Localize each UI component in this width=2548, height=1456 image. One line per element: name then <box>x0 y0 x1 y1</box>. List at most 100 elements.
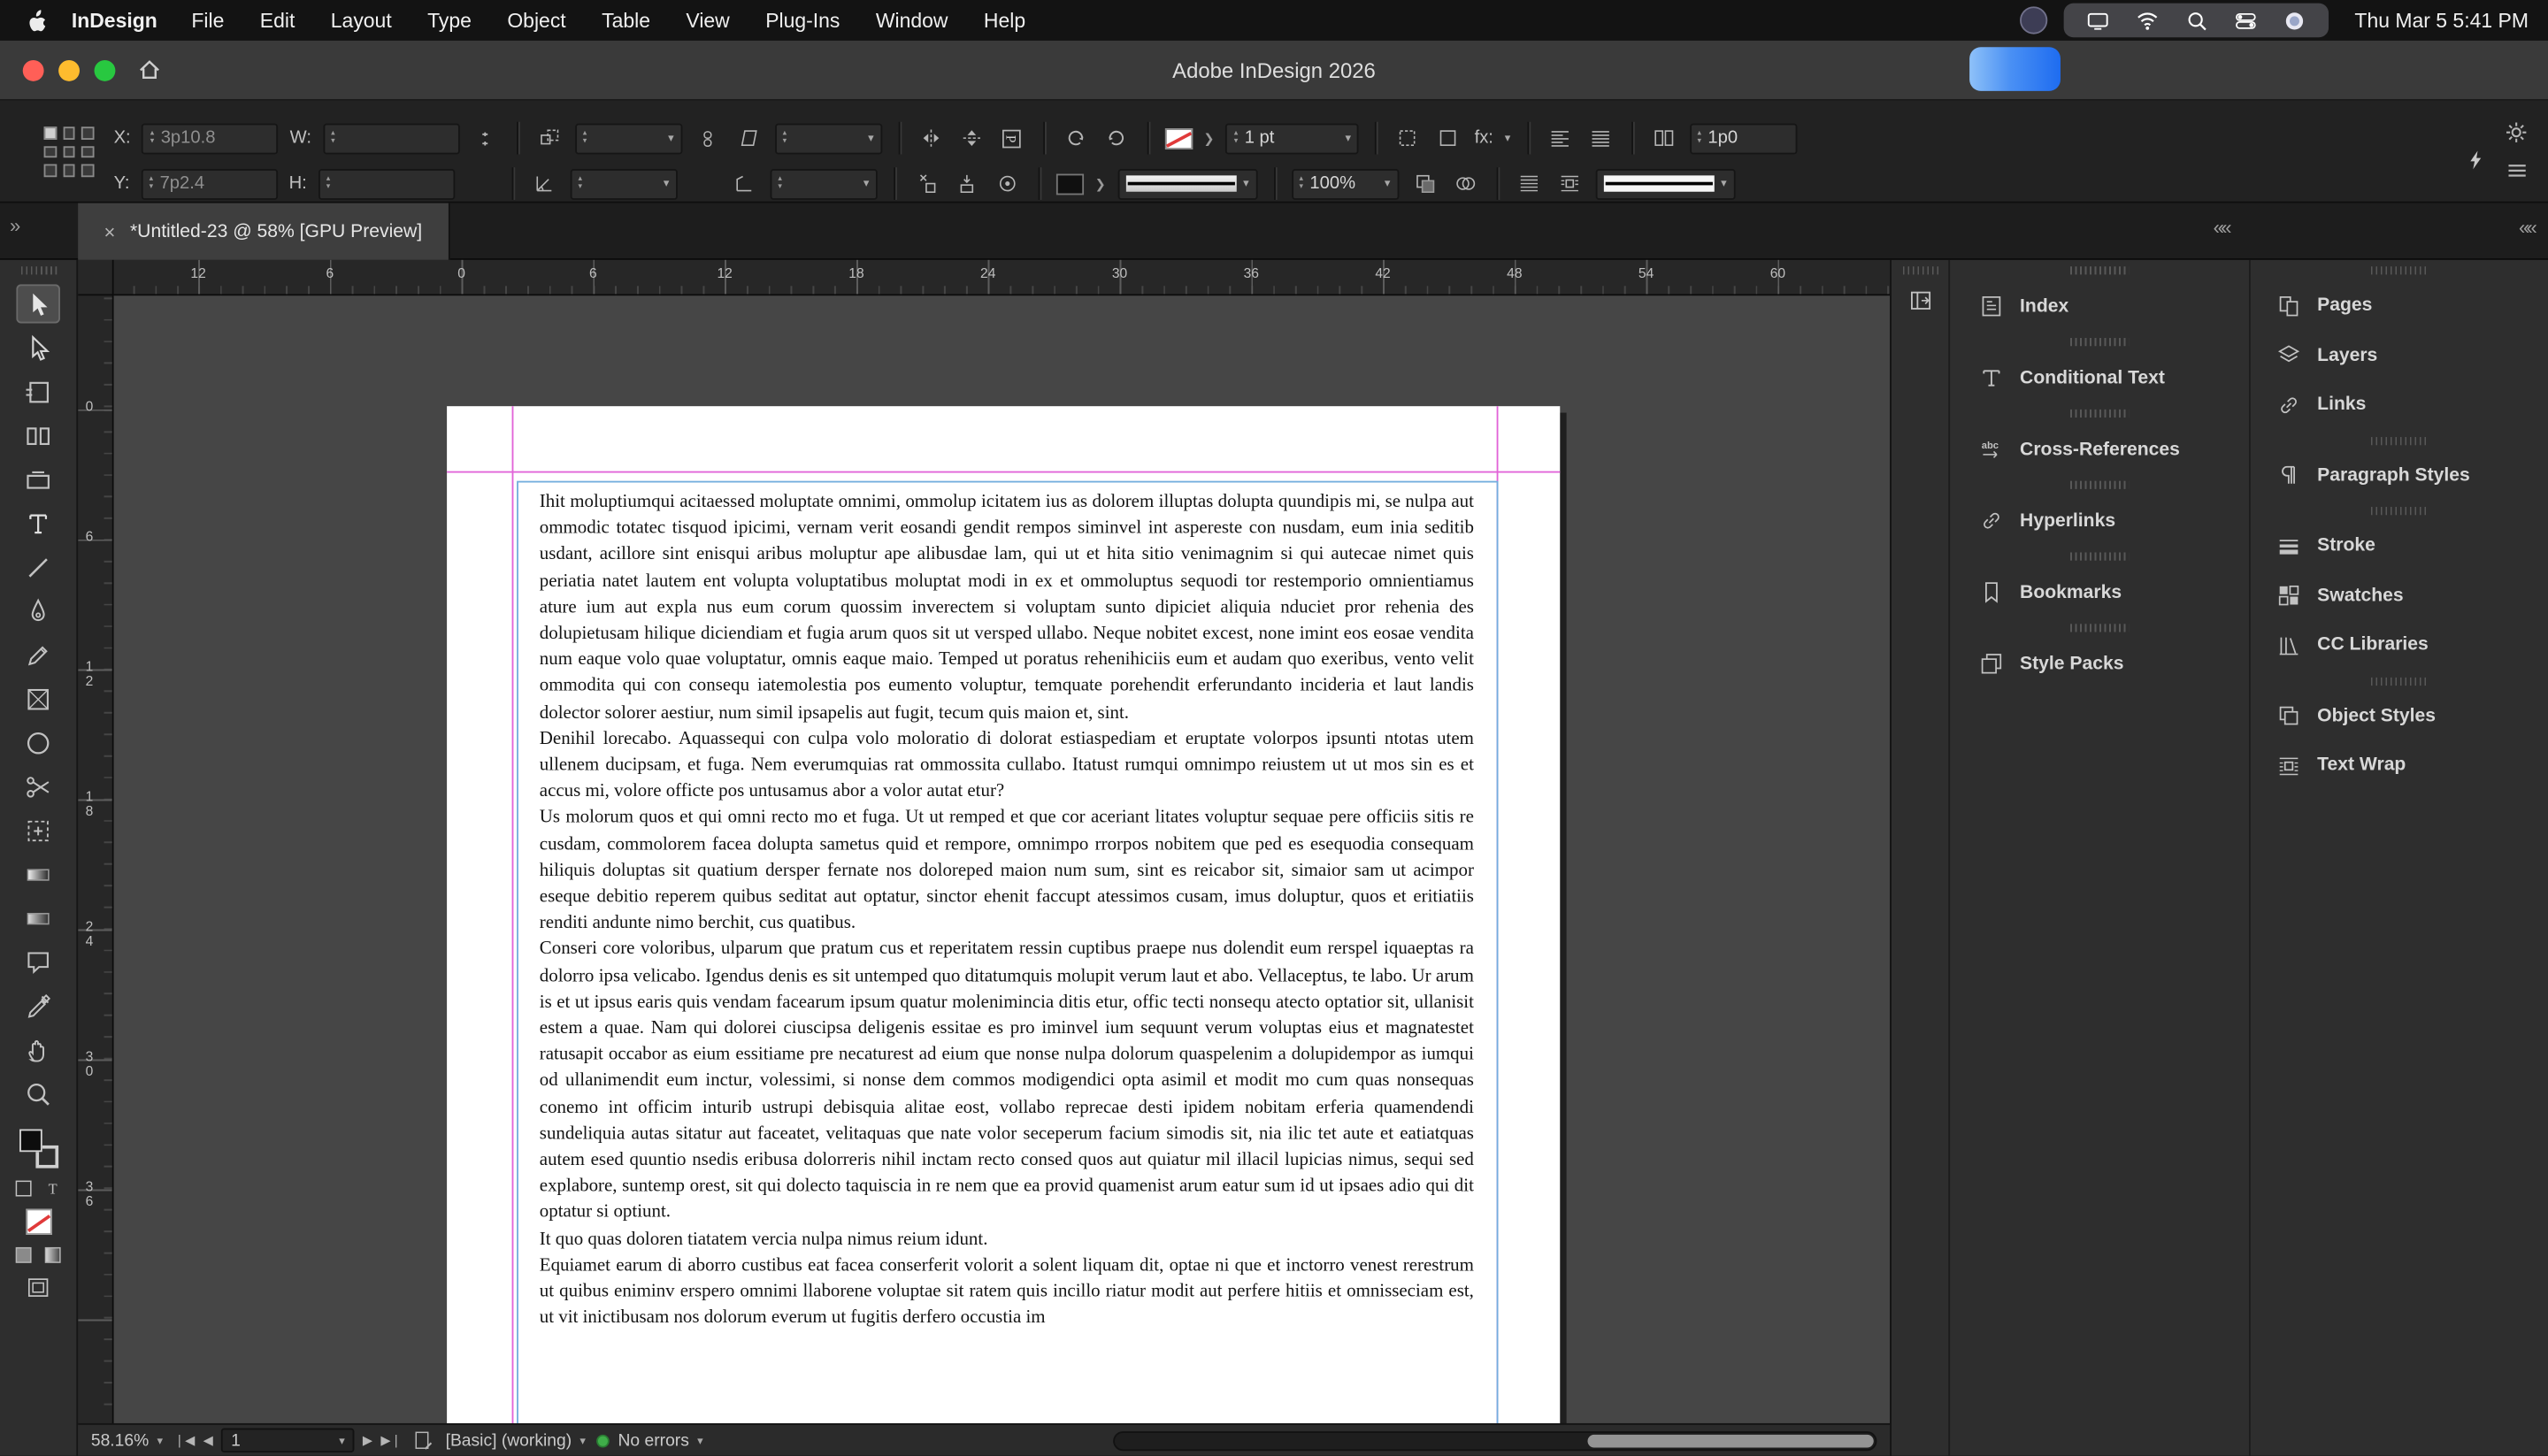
chevron-down-icon[interactable]: ▾ <box>863 177 869 190</box>
panel-grip[interactable] <box>2251 501 2548 522</box>
panel-bookmarks[interactable]: Bookmarks <box>1950 567 2249 617</box>
selection-tool[interactable] <box>16 284 60 324</box>
stepper-icon[interactable]: ▴ ▾ <box>783 129 787 146</box>
panel-object-styles[interactable]: Object Styles <box>2251 692 2548 741</box>
formatting-affects-text-icon[interactable]: T <box>42 1178 64 1199</box>
shear-angle-field[interactable]: ▴ ▾ ▾ <box>770 168 878 199</box>
panel-conditional-text[interactable]: Conditional Text <box>1950 353 2249 403</box>
reference-point-proxy[interactable] <box>43 126 95 178</box>
page-number-field[interactable]: 1 ▾ <box>221 1428 355 1453</box>
menu-help[interactable]: Help <box>966 9 1044 32</box>
menu-plug-ins[interactable]: Plug-Ins <box>748 9 858 32</box>
panel-hyperlinks[interactable]: Hyperlinks <box>1950 495 2249 546</box>
drop-shadow-icon[interactable] <box>1409 169 1439 198</box>
menubar-clock[interactable]: Thu Mar 5 5:41 PM <box>2354 9 2529 32</box>
document-tab[interactable]: × *Untitled-23 @ 58% [GPU Preview] <box>78 203 450 260</box>
stepper-icon[interactable]: ▴ ▾ <box>1234 129 1239 146</box>
menu-object[interactable]: Object <box>489 9 584 32</box>
panel-cross-references[interactable]: abc Cross-References <box>1950 424 2249 474</box>
menu-table[interactable]: Table <box>584 9 668 32</box>
zoom-tool[interactable] <box>16 1074 60 1113</box>
scale-x-field[interactable]: ▴ ▾ ▾ <box>574 122 682 154</box>
stepper-icon[interactable]: ▴ ▾ <box>1697 129 1701 146</box>
panel-grip[interactable] <box>1892 260 1948 281</box>
menu-type[interactable]: Type <box>410 9 489 32</box>
free-transform-tool[interactable] <box>16 811 60 850</box>
stepper-icon[interactable]: ▴ ▾ <box>579 174 583 191</box>
chevron-down-icon[interactable]: ▾ <box>1385 177 1390 190</box>
document-canvas[interactable]: Ihit moluptiumqui acitaessed moluptate o… <box>113 295 1891 1423</box>
constrain-proportions-icon[interactable] <box>471 124 500 153</box>
align-left-icon[interactable] <box>1545 124 1574 153</box>
ellipse-tool[interactable] <box>16 723 60 762</box>
stepper-icon[interactable]: ▴ ▾ <box>150 174 154 191</box>
fill-stroke-proxy[interactable] <box>19 1129 58 1169</box>
x-position-field[interactable]: ▴ ▾ 3p10.8 <box>142 122 279 154</box>
gradient-swatch-tool[interactable] <box>16 854 60 893</box>
last-page-icon[interactable]: ▶❘ <box>380 1433 402 1448</box>
color-theme-tool[interactable] <box>16 986 60 1025</box>
target-icon[interactable] <box>993 169 1022 198</box>
opacity-field[interactable]: ▴ ▾ 100% ▾ <box>1291 168 1399 199</box>
stroke-style-dropdown[interactable]: ▾ <box>1117 168 1257 199</box>
panels-icon[interactable] <box>1907 287 1932 313</box>
display-icon[interactable] <box>2086 9 2109 32</box>
gear-icon[interactable] <box>2504 120 2529 145</box>
stepper-icon[interactable]: ▴ ▾ <box>331 129 335 146</box>
gutter-field[interactable]: ▴ ▾ 1p0 <box>1689 122 1797 154</box>
collapse-dock-icon[interactable]: «« <box>2214 216 2232 239</box>
panel-grip[interactable] <box>1950 474 2249 495</box>
scrollbar-thumb[interactable] <box>1587 1433 1874 1447</box>
effects-label[interactable]: fx: <box>1475 128 1493 148</box>
align-justify-icon[interactable] <box>1585 124 1615 153</box>
gradient-feather-tool[interactable] <box>16 899 60 938</box>
scissors-tool[interactable] <box>16 767 60 806</box>
stepper-icon[interactable]: ▴ ▾ <box>778 174 782 191</box>
apply-none-swatch[interactable] <box>25 1208 51 1235</box>
panel-stroke[interactable]: Stroke <box>2251 522 2548 571</box>
text-wrap-off-icon[interactable] <box>1514 169 1543 198</box>
menu-window[interactable]: Window <box>858 9 966 32</box>
direct-selection-tool[interactable] <box>16 328 60 367</box>
select-container-icon[interactable] <box>911 169 940 198</box>
control-center-icon[interactable] <box>2235 9 2258 32</box>
close-tab-icon[interactable]: × <box>104 220 116 243</box>
panel-index[interactable]: Index <box>1950 281 2249 332</box>
y-position-field[interactable]: ▴ ▾ 7p2.4 <box>141 168 278 199</box>
apply-color-icon[interactable] <box>13 1245 35 1266</box>
chevron-down-icon[interactable]: ▾ <box>1721 177 1726 190</box>
stepper-icon[interactable]: ▴ ▾ <box>150 129 155 146</box>
menubar-badge-icon[interactable] <box>2020 6 2048 34</box>
chevron-down-icon[interactable]: ▾ <box>1505 132 1510 145</box>
gap-tool[interactable] <box>16 416 60 455</box>
stroke-color-none-swatch[interactable] <box>1164 127 1193 149</box>
chevron-right-icon[interactable]: ❯ <box>1203 131 1214 146</box>
menu-edit[interactable]: Edit <box>242 9 313 32</box>
first-page-icon[interactable]: ❘◀ <box>174 1433 196 1448</box>
width-field[interactable]: ▴ ▾ <box>322 122 460 154</box>
panel-grip[interactable] <box>1950 617 2249 639</box>
preview-dropdown[interactable]: ▾ <box>1594 168 1735 199</box>
rotate-cw-icon[interactable] <box>1101 124 1131 153</box>
panel-grip[interactable] <box>1950 546 2249 567</box>
menu-view[interactable]: View <box>668 9 748 32</box>
gpu-performance-icon[interactable] <box>2465 149 2486 171</box>
zoom-level-dropdown[interactable]: 58.16% ▾ <box>91 1430 163 1450</box>
panel-cc-libraries[interactable]: CC Libraries <box>2251 621 2548 671</box>
panel-style-packs[interactable]: Style Packs <box>1950 639 2249 689</box>
panel-swatches[interactable]: Swatches <box>2251 571 2548 621</box>
search-icon[interactable] <box>2185 9 2208 32</box>
chevron-down-icon[interactable]: ▾ <box>1346 132 1351 145</box>
panel-grip[interactable] <box>2251 260 2548 281</box>
panel-pages[interactable]: Pages <box>2251 281 2548 331</box>
corner-shape-icon[interactable] <box>1434 124 1463 153</box>
apple-icon[interactable] <box>26 7 51 33</box>
screen-mode-icon[interactable] <box>26 1276 50 1300</box>
transparency-icon[interactable] <box>1450 169 1479 198</box>
stroke-weight-field[interactable]: ▴ ▾ 1 pt ▾ <box>1225 122 1360 154</box>
link-scale-icon[interactable] <box>694 124 723 153</box>
expand-panels-left-icon[interactable]: » <box>10 214 20 237</box>
panel-paragraph-styles[interactable]: Paragraph Styles <box>2251 451 2548 501</box>
select-content-icon[interactable] <box>952 169 981 198</box>
content-collector-tool[interactable] <box>16 460 60 499</box>
